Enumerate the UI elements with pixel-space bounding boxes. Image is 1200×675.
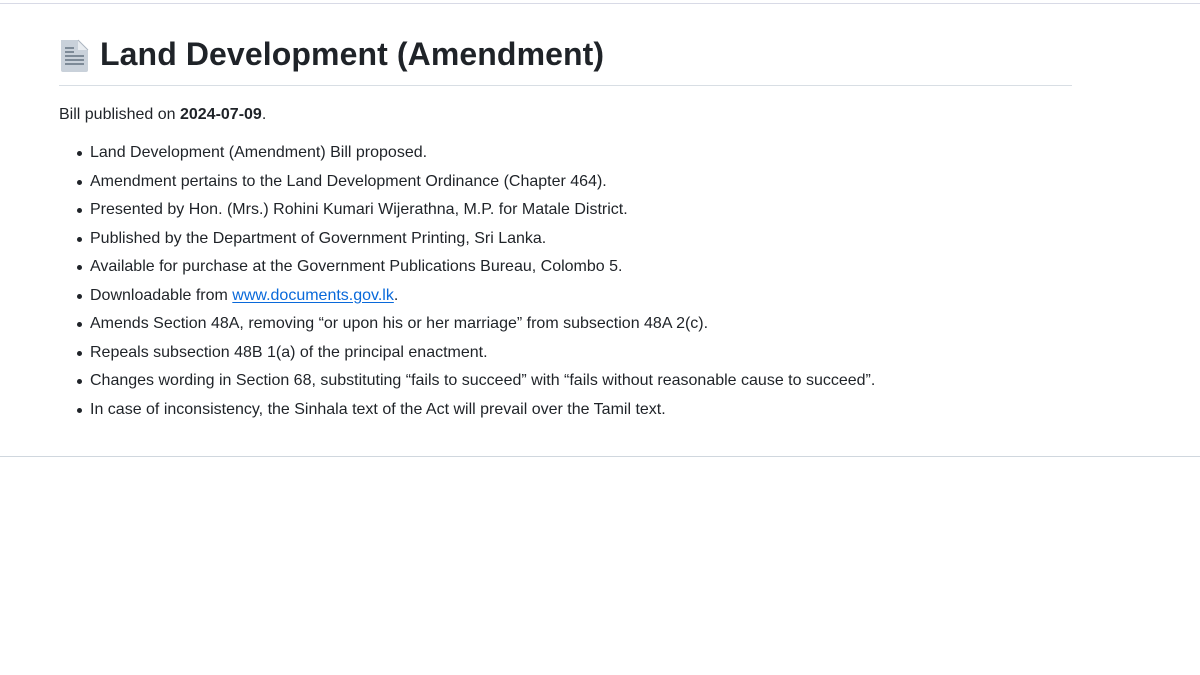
facts-list: Land Development (Amendment) Bill propos… bbox=[59, 141, 1072, 422]
list-item-text: Available for purchase at the Government… bbox=[90, 258, 623, 275]
bullet-icon bbox=[77, 151, 82, 156]
bill-summary: Land Development (Amendment) Bill publis… bbox=[59, 30, 1072, 426]
bottom-divider bbox=[0, 456, 1200, 457]
documents-link[interactable]: www.documents.gov.lk bbox=[232, 287, 394, 304]
bullet-icon bbox=[77, 265, 82, 270]
list-item-text: Land Development (Amendment) Bill propos… bbox=[90, 144, 428, 161]
list-item-text: Amendment pertains to the Land Developme… bbox=[90, 172, 607, 190]
list-item-text: Changes wording in Section 68, substitut… bbox=[90, 372, 876, 389]
published-date: 2024-07-09 bbox=[179, 106, 262, 123]
list-item: Downloadable from www.documents.gov.lk. bbox=[59, 284, 1072, 308]
list-item: Amends Section 48A, removing “or upon hi… bbox=[59, 312, 1072, 336]
document-icon bbox=[59, 39, 89, 73]
published-suffix: . bbox=[261, 106, 267, 123]
list-item: Amendment pertains to the Land Developme… bbox=[59, 170, 1072, 194]
list-item-text: Repeals subsection 48B 1(a) of the princ… bbox=[90, 343, 488, 361]
published-line: Bill published on 2024-07-09. bbox=[59, 103, 1072, 127]
list-item-text: In case of inconsistency, the Sinhala te… bbox=[90, 400, 666, 418]
list-item: In case of inconsistency, the Sinhala te… bbox=[59, 398, 1072, 422]
page-title: Land Development (Amendment) bbox=[100, 36, 605, 72]
bullet-icon bbox=[77, 322, 82, 327]
list-item-text: Published by the Department of Governmen… bbox=[90, 229, 547, 247]
list-item-text: Amends Section 48A, removing “or upon hi… bbox=[90, 315, 709, 332]
list-item: Land Development (Amendment) Bill propos… bbox=[59, 141, 1072, 165]
bullet-icon bbox=[77, 407, 82, 413]
published-prefix: Bill published on bbox=[59, 106, 180, 123]
list-item: Repeals subsection 48B 1(a) of the princ… bbox=[59, 341, 1072, 365]
list-item: Published by the Department of Governmen… bbox=[59, 227, 1072, 251]
list-item-text: Presented by Hon. (Mrs.) Rohini Kumari W… bbox=[90, 201, 628, 218]
top-divider bbox=[0, 3, 1200, 4]
bullet-icon bbox=[77, 379, 82, 384]
list-item: Presented by Hon. (Mrs.) Rohini Kumari W… bbox=[59, 198, 1072, 222]
list-item: Available for purchase at the Government… bbox=[59, 255, 1072, 279]
download-prefix: Downloadable from bbox=[90, 286, 233, 304]
bullet-icon bbox=[77, 208, 82, 213]
bullet-icon bbox=[77, 350, 82, 356]
bullet-icon bbox=[77, 236, 82, 242]
download-suffix: . bbox=[393, 286, 399, 304]
title-row: Land Development (Amendment) bbox=[59, 30, 1072, 86]
bullet-icon bbox=[77, 293, 82, 299]
bullet-icon bbox=[77, 179, 82, 185]
list-item: Changes wording in Section 68, substitut… bbox=[59, 369, 1072, 393]
